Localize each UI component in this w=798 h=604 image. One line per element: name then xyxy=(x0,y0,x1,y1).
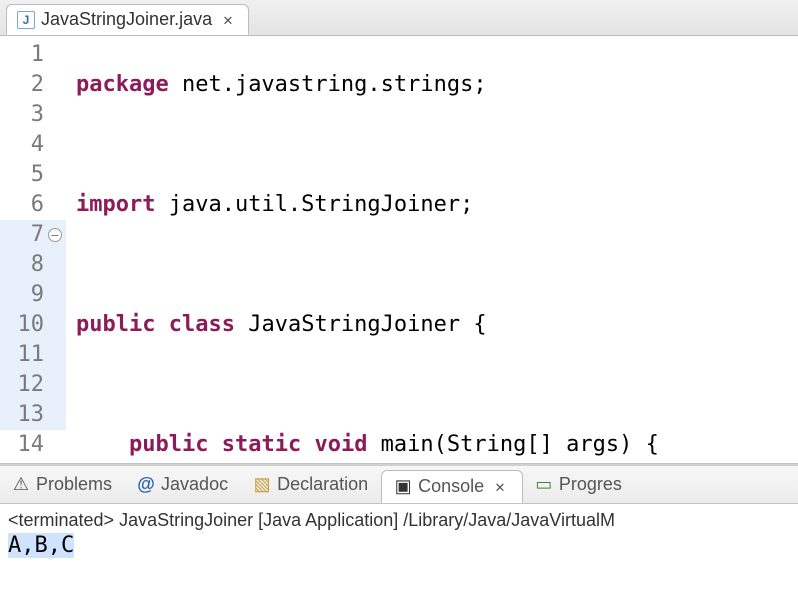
bottom-panel: ⚠ Problems @ Javadoc ▧ Declaration ▣ Con… xyxy=(0,464,798,604)
code-text: main(String[] args) xyxy=(367,432,645,457)
console-output-text: A,B,C xyxy=(8,533,74,558)
line-number: 11 xyxy=(0,340,66,370)
code-text: { xyxy=(646,432,659,457)
line-number: 12 xyxy=(0,370,66,400)
line-number: 5 xyxy=(0,160,66,190)
console-output[interactable]: A,B,C xyxy=(0,533,798,558)
line-number: 7– xyxy=(0,220,66,250)
code-text: java.util.StringJoiner; xyxy=(155,192,473,217)
tab-javadoc[interactable]: @ Javadoc xyxy=(125,466,241,503)
keyword: public xyxy=(76,312,155,337)
line-number: 10 xyxy=(0,310,66,340)
line-number-gutter: 1 2 3 4 5 6 7– 8 9 10 11 12 13 14 xyxy=(0,36,70,463)
problems-icon: ⚠ xyxy=(12,476,30,494)
line-number: 14 xyxy=(0,430,66,460)
tab-label: Declaration xyxy=(277,474,368,495)
keyword: package xyxy=(76,72,169,97)
close-tab-icon[interactable]: ✕ xyxy=(218,9,238,30)
tab-label: Problems xyxy=(36,474,112,495)
progress-icon: ▭ xyxy=(535,476,553,494)
keyword: public xyxy=(129,432,208,457)
tab-progress[interactable]: ▭ Progres xyxy=(523,466,635,503)
code-text: JavaStringJoiner xyxy=(235,312,473,337)
close-view-icon[interactable]: ✕ xyxy=(490,476,510,497)
tab-problems[interactable]: ⚠ Problems xyxy=(0,466,125,503)
keyword: import xyxy=(76,192,155,217)
keyword: static xyxy=(222,432,301,457)
line-number: 4 xyxy=(0,130,66,160)
code-area[interactable]: package net.javastring.strings; import j… xyxy=(70,36,798,463)
bottom-tabbar: ⚠ Problems @ Javadoc ▧ Declaration ▣ Con… xyxy=(0,464,798,504)
editor-tabbar: J JavaStringJoiner.java ✕ xyxy=(0,0,798,36)
console-icon: ▣ xyxy=(394,478,412,496)
console-status-line: <terminated> JavaStringJoiner [Java Appl… xyxy=(0,504,798,533)
javadoc-icon: @ xyxy=(137,476,155,494)
line-number: 3 xyxy=(0,100,66,130)
editor-tab-filename: JavaStringJoiner.java xyxy=(41,9,212,30)
line-number: 13 xyxy=(0,400,66,430)
keyword: class xyxy=(169,312,235,337)
tab-declaration[interactable]: ▧ Declaration xyxy=(241,466,381,503)
editor-tab[interactable]: J JavaStringJoiner.java ✕ xyxy=(6,4,249,35)
tab-console[interactable]: ▣ Console ✕ xyxy=(381,470,523,503)
keyword: void xyxy=(314,432,367,457)
line-number: 6 xyxy=(0,190,66,220)
code-text: { xyxy=(473,312,486,337)
tab-label: Progres xyxy=(559,474,622,495)
code-text: net.javastring.strings; xyxy=(169,72,487,97)
tab-label: Console xyxy=(418,476,484,497)
java-file-icon: J xyxy=(17,11,35,29)
line-number: 2 xyxy=(0,70,66,100)
line-number: 1 xyxy=(0,40,66,70)
line-number: 8 xyxy=(0,250,66,280)
tab-label: Javadoc xyxy=(161,474,228,495)
line-number: 9 xyxy=(0,280,66,310)
declaration-icon: ▧ xyxy=(253,476,271,494)
fold-collapse-icon[interactable]: – xyxy=(48,228,62,242)
code-editor[interactable]: 1 2 3 4 5 6 7– 8 9 10 11 12 13 14 packag… xyxy=(0,36,798,464)
